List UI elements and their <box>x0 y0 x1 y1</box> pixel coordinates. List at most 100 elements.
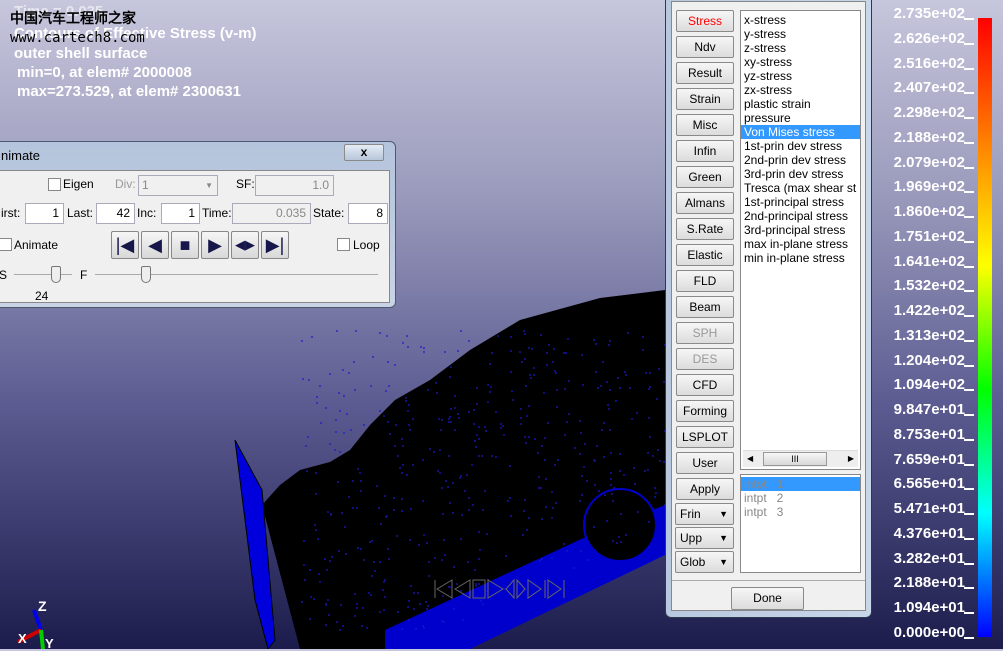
fringe-button-cfd[interactable]: CFD <box>676 374 734 396</box>
fringe-button-fld[interactable]: FLD <box>676 270 734 292</box>
close-button[interactable]: x <box>344 144 384 161</box>
fringe-button-sph[interactable]: SPH <box>676 322 734 344</box>
component-item[interactable]: yz-stress <box>741 69 860 83</box>
max-text: max=273.529, at elem# 2300631 <box>17 83 241 100</box>
chevron-down-icon: ▼ <box>719 528 728 548</box>
legend-tick <box>964 191 974 193</box>
fringe-button-des[interactable]: DES <box>676 348 734 370</box>
horizontal-scrollbar[interactable]: ◀ III ▶ <box>743 450 858 467</box>
legend-label: 6.565e+01 <box>894 476 965 492</box>
legend-label: 1.422e+02 <box>894 303 965 319</box>
fringe-button-beam[interactable]: Beam <box>676 296 734 318</box>
legend-tick <box>964 414 974 416</box>
legend-label: 2.079e+02 <box>894 155 965 171</box>
component-item[interactable]: max in-plane stress <box>741 237 860 251</box>
eigen-checkbox[interactable] <box>48 178 61 191</box>
fringe-button-strain[interactable]: Strain <box>676 88 734 110</box>
fringe-button-ndv[interactable]: Ndv <box>676 36 734 58</box>
fringe-button-elastic[interactable]: Elastic <box>676 244 734 266</box>
intpt-item[interactable]: intpt 1 <box>741 477 860 491</box>
loop-label: Loop <box>353 235 380 255</box>
eigen-label: Eigen <box>63 174 94 194</box>
first-input[interactable]: 1 <box>25 203 64 224</box>
intpt-list[interactable]: intpt 1 intpt 2 intpt 3 <box>740 474 861 573</box>
state-input[interactable]: 8 <box>348 203 388 224</box>
legend-tick <box>964 563 974 565</box>
component-item[interactable]: plastic strain <box>741 97 860 111</box>
component-item[interactable]: Tresca (max shear st <box>741 181 860 195</box>
intpt-item[interactable]: intpt 2 <box>741 491 860 505</box>
div-label: Div: <box>115 174 136 194</box>
fringe-button-green[interactable]: Green <box>676 166 734 188</box>
legend-label: 3.282e+01 <box>894 551 965 567</box>
fringe-button-stress[interactable]: Stress <box>676 10 734 32</box>
legend-tick <box>964 389 974 391</box>
animate-checkbox[interactable] <box>0 238 12 251</box>
scroll-thumb[interactable]: III <box>763 452 827 466</box>
component-item[interactable]: z-stress <box>741 41 860 55</box>
intpt-item[interactable]: intpt 3 <box>741 505 860 519</box>
time-label: Time: <box>202 203 232 223</box>
play-button[interactable]: ▶ <box>201 231 229 259</box>
prev-frame-button[interactable]: ◀ <box>141 231 169 259</box>
dropdown-glob[interactable]: Glob ▼ <box>675 551 734 573</box>
animate-dialog: nimate x Eigen Div: 1 ▼ SF: 1.0 irst: 1 L… <box>0 141 396 308</box>
legend-label: 2.626e+02 <box>894 31 965 47</box>
component-item[interactable]: x-stress <box>741 13 860 27</box>
legend-tick <box>964 290 974 292</box>
bounce-button[interactable]: ◀▶ <box>231 231 259 259</box>
fringe-button-user[interactable]: User <box>676 452 734 474</box>
fringe-button-apply[interactable]: Apply <box>676 478 734 500</box>
dropdown-frin[interactable]: Frin ▼ <box>675 503 734 525</box>
component-item[interactable]: y-stress <box>741 27 860 41</box>
fringe-button-almans[interactable]: Almans <box>676 192 734 214</box>
fringe-button-forming[interactable]: Forming <box>676 400 734 422</box>
scroll-left-icon[interactable]: ◀ <box>747 454 753 463</box>
legend-tick <box>964 538 974 540</box>
legend-label: 5.471e+01 <box>894 501 965 517</box>
dropdown-upp[interactable]: Upp ▼ <box>675 527 734 549</box>
last-input[interactable]: 42 <box>96 203 135 224</box>
axis-z-label: Z <box>38 598 47 614</box>
component-item[interactable]: 2nd-principal stress <box>741 209 860 223</box>
component-item[interactable]: 3rd-principal stress <box>741 223 860 237</box>
watermark-url: www.cartech8.com <box>10 30 145 46</box>
component-item[interactable]: pressure <box>741 111 860 125</box>
component-item[interactable]: zx-stress <box>741 83 860 97</box>
component-item[interactable]: 2nd-prin dev stress <box>741 153 860 167</box>
component-item[interactable]: Von Mises stress <box>741 125 860 139</box>
fringe-button-lsplot[interactable]: LSPLOT <box>676 426 734 448</box>
legend-tick <box>964 464 974 466</box>
legend-label: 2.298e+02 <box>894 105 965 121</box>
component-item[interactable]: min in-plane stress <box>741 251 860 265</box>
div-select[interactable]: 1 ▼ <box>138 175 218 196</box>
speed-slider[interactable] <box>51 266 61 283</box>
component-item[interactable]: 3rd-prin dev stress <box>741 167 860 181</box>
last-frame-button[interactable]: ▶| <box>261 231 289 259</box>
fringe-button-srate[interactable]: S.Rate <box>676 218 734 240</box>
first-frame-button[interactable]: |◀ <box>111 231 139 259</box>
fringe-button-misc[interactable]: Misc <box>676 114 734 136</box>
sf-input[interactable]: 1.0 <box>255 175 334 196</box>
component-item[interactable]: 1st-principal stress <box>741 195 860 209</box>
fringe-button-result[interactable]: Result <box>676 62 734 84</box>
legend-tick <box>964 513 974 515</box>
component-item[interactable]: 1st-prin dev stress <box>741 139 860 153</box>
inc-input[interactable]: 1 <box>161 203 200 224</box>
frame-slider[interactable] <box>141 266 151 283</box>
component-item[interactable]: xy-stress <box>741 55 860 69</box>
fringe-button-infin[interactable]: Infin <box>676 140 734 162</box>
legend-tick <box>964 439 974 441</box>
component-list[interactable]: x-stress y-stress z-stress xy-stress yz-stre… <box>740 10 861 470</box>
legend-tick <box>964 587 974 589</box>
legend-label: 1.969e+02 <box>894 179 965 195</box>
min-text: min=0, at elem# 2000008 <box>17 64 192 81</box>
front-plate <box>235 440 275 649</box>
loop-checkbox[interactable] <box>337 238 350 251</box>
done-button[interactable]: Done <box>731 587 804 610</box>
stop-button[interactable]: ■ <box>171 231 199 259</box>
legend-label: 7.659e+01 <box>894 452 965 468</box>
legend-label: 1.751e+02 <box>894 229 965 245</box>
legend-label: 2.188e+01 <box>894 575 965 591</box>
scroll-right-icon[interactable]: ▶ <box>848 454 854 463</box>
